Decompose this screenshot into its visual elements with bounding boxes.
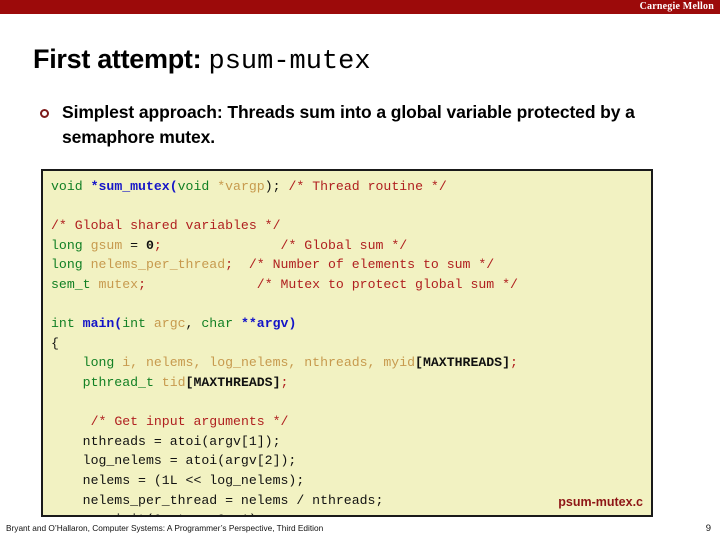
code-line: int main(int argc, char **argv) <box>51 314 643 334</box>
code-token: ; <box>153 237 162 253</box>
code-token: main( <box>82 316 123 332</box>
code-token: nelems_per_thread = nelems / nthreads; <box>51 492 384 508</box>
code-line: log_nelems = atoi(argv[2]); <box>51 451 643 471</box>
code-line: sem_t mutex; /* Mutex to protect global … <box>51 275 643 295</box>
header-bar: Carnegie Mellon <box>0 0 720 14</box>
code-token: sem_init(&mutex, 0, 1); <box>51 512 265 515</box>
code-token: argc <box>153 316 186 332</box>
code-token: void <box>51 179 91 194</box>
code-token: pthread_t <box>82 374 162 390</box>
code-line: /* Global shared variables */ <box>51 216 643 236</box>
code-line: sem_init(&mutex, 0, 1); <box>51 510 643 515</box>
code-token: nelems = (1L << log_nelems); <box>51 472 305 488</box>
code-listing: void *sum_mutex(void *vargp); /* Thread … <box>41 169 653 517</box>
code-line: nthreads = atoi(argv[1]); <box>51 432 643 452</box>
bullet-item: Simplest approach: Threads sum into a gl… <box>38 100 653 150</box>
code-token: nelems_per_thread <box>90 257 226 273</box>
code-token: long <box>82 355 123 371</box>
code-token: i, nelems, log_nelems, nthreads, myid <box>122 355 416 371</box>
code-line: void *sum_mutex(void *vargp); /* Thread … <box>51 177 643 197</box>
code-token: gsum <box>90 237 131 253</box>
code-line: { <box>51 334 643 354</box>
slide-canvas: Carnegie Mellon First attempt: psum-mute… <box>0 0 720 540</box>
code-token: , <box>185 316 202 332</box>
code-token: ; <box>280 374 289 390</box>
code-token: ; <box>510 355 518 371</box>
code-token: void <box>177 179 218 194</box>
code-token: /* Number of elements to sum */ <box>248 257 495 273</box>
code-token: { <box>51 335 59 351</box>
code-line: long nelems_per_thread; /* Number of ele… <box>51 255 643 275</box>
code-token: log_nelems = atoi(argv[2]); <box>51 453 297 469</box>
code-line: pthread_t tid[MAXTHREADS]; <box>51 373 643 393</box>
code-token: = <box>130 237 146 253</box>
code-listing-body: void *sum_mutex(void *vargp); /* Thread … <box>43 171 651 515</box>
code-line: /* Get input arguments */ <box>51 412 643 432</box>
code-token: char <box>201 316 241 332</box>
code-token: mutex <box>98 276 139 292</box>
bullet-item-label: Simplest approach: Threads sum into a gl… <box>62 102 635 147</box>
bullet-circle-icon <box>38 100 62 125</box>
code-token: **argv <box>240 316 289 332</box>
code-line: long gsum = 0; /* Global sum */ <box>51 236 643 256</box>
code-token: /* Thread routine */ <box>288 179 447 194</box>
code-token: int <box>51 316 83 332</box>
code-token: long <box>51 257 91 273</box>
code-token: /* Mutex to protect global sum */ <box>256 276 518 292</box>
code-line: long i, nelems, log_nelems, nthreads, my… <box>51 353 643 373</box>
code-token: nthreads = atoi(argv[1]); <box>51 433 281 449</box>
code-token: ; <box>225 257 234 273</box>
code-token: *vargp <box>217 179 265 194</box>
code-filename-label: psum-mutex.c <box>558 495 643 509</box>
header-brand-label: Carnegie Mellon <box>639 1 714 12</box>
code-token: tid <box>161 374 186 390</box>
code-token: ; <box>138 276 146 292</box>
footer-page-number: 9 <box>705 523 711 534</box>
page-title: First attempt: psum-mutex <box>33 44 371 77</box>
footer-citation: Bryant and O’Hallaron, Computer Systems:… <box>6 523 324 533</box>
code-token: /* Global sum */ <box>280 237 408 253</box>
code-token: [MAXTHREADS] <box>415 355 511 371</box>
code-token: sem_t <box>51 276 99 292</box>
code-line: nelems_per_thread = nelems / nthreads; <box>51 491 643 511</box>
page-title-code: psum-mutex <box>208 47 371 77</box>
code-token: [MAXTHREADS] <box>185 374 281 390</box>
code-token: long <box>51 237 91 253</box>
page-title-prefix: First attempt: <box>33 44 209 74</box>
code-line: nelems = (1L << log_nelems); <box>51 471 643 491</box>
code-token: int <box>122 316 154 332</box>
code-token: *sum_mutex( <box>90 179 178 194</box>
code-token: /* Global shared variables */ <box>51 218 281 234</box>
code-token: ); <box>264 179 281 194</box>
code-token: ) <box>288 316 297 332</box>
code-token: /* Get input arguments */ <box>90 414 289 430</box>
code-token: 0 <box>145 237 154 253</box>
